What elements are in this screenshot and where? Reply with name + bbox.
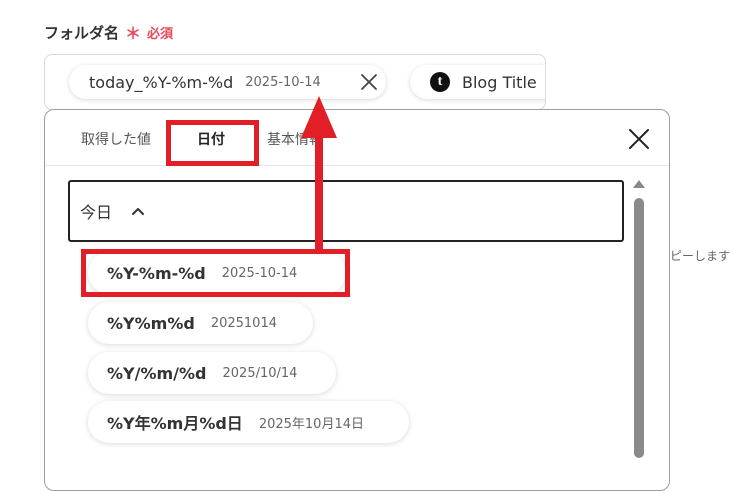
arrow-head [301,96,337,138]
annotation-arrow [301,96,337,250]
arrow-shaft [315,136,323,250]
